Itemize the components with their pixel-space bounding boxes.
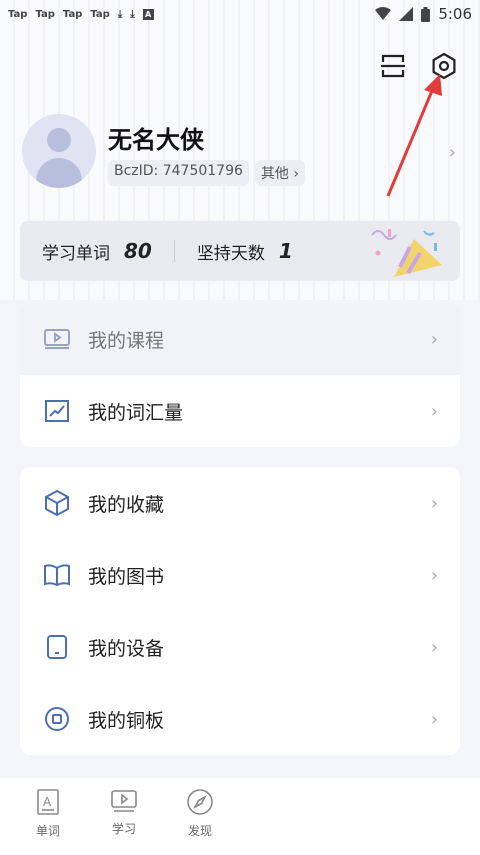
battery-icon (421, 6, 431, 22)
coin-icon (42, 704, 72, 734)
app-icon: A (142, 8, 154, 20)
learning-stats-card[interactable]: 学习单词 80 坚持天数 1 (20, 221, 460, 281)
menu-item-my-books[interactable]: 我的图书 › (20, 539, 460, 611)
word-icon: A (37, 789, 59, 815)
chevron-right-icon: › (430, 564, 438, 586)
chevron-right-icon: › (430, 636, 438, 658)
menu-item-my-devices[interactable]: 我的设备 › (20, 611, 460, 683)
video-lesson-icon (42, 324, 72, 354)
bcz-id-badge: BczID: 747501796 (108, 160, 249, 186)
tab-label: 单词 (35, 824, 60, 838)
compass-icon (187, 789, 213, 815)
status-notification-tap: Tap (62, 8, 83, 20)
chevron-right-icon: › (430, 492, 438, 514)
menu-item-label: 我的课程 (88, 329, 165, 352)
menu-item-label: 我的铜板 (88, 709, 165, 732)
wifi-icon (375, 7, 392, 20)
menu-item-label: 我的收藏 (88, 493, 165, 516)
status-notification-tap: Tap (90, 8, 110, 20)
trend-chart-icon (42, 396, 72, 426)
chevron-right-icon: › (430, 400, 438, 422)
menu-item-my-coins[interactable]: 我的铜板 › (20, 683, 460, 755)
streak-days-value: 1 (278, 239, 293, 263)
download-icon: ⤓ (130, 8, 135, 20)
chevron-right-icon: › (430, 708, 438, 730)
words-learned-value: 80 (124, 239, 152, 263)
tab-words[interactable]: A 单词 (10, 778, 86, 855)
streak-days-label: 坚持天数 (196, 243, 265, 264)
download-icon: ⤓ (117, 8, 123, 20)
box-icon (42, 488, 72, 518)
status-time: 5:06 (438, 5, 472, 23)
avatar[interactable] (22, 114, 96, 188)
signal-icon (399, 7, 414, 21)
menu-item-label: 我的图书 (88, 565, 165, 588)
tab-label: 学习 (111, 822, 136, 836)
nickname: 无名大侠 (108, 126, 204, 154)
chevron-right-icon: › (430, 328, 438, 350)
menu-card-1: 我的课程 › 我的词汇量 › (20, 303, 460, 447)
menu-item-my-courses[interactable]: 我的课程 › (20, 303, 460, 375)
menu-item-label: 我的词汇量 (88, 401, 184, 424)
tab-study[interactable]: 学习 (86, 778, 162, 855)
status-notification-tap: Tap (35, 8, 55, 20)
stats-divider (173, 240, 175, 262)
study-icon (111, 790, 137, 812)
svg-text:A: A (43, 795, 52, 809)
words-learned-label: 学习单词 (42, 243, 110, 264)
tab-label: 发现 (187, 824, 212, 838)
tab-discover[interactable]: 发现 (162, 778, 238, 855)
status-notification-tap: Tap (8, 8, 28, 20)
chevron-right-icon: › (448, 142, 456, 163)
status-bar: Tap Tap Tap Tap ⤓ ⤓ A 5:06 (0, 0, 480, 28)
bottom-tab-bar: A 单词 学习 发现 (0, 778, 480, 855)
other-tag-button[interactable]: 其他 › (254, 160, 305, 186)
device-icon (42, 632, 72, 662)
profile-header[interactable]: 无名大侠 BczID: 747501796 其他 › › (22, 114, 462, 194)
party-popper-icon (371, 229, 442, 277)
menu-item-my-vocabulary[interactable]: 我的词汇量 › (20, 375, 460, 447)
book-icon (42, 560, 72, 590)
menu-item-my-favorites[interactable]: 我的收藏 › (20, 467, 460, 539)
menu-card-2: 我的收藏 › 我的图书 › 我的设备 › 我的铜板 › (20, 467, 460, 755)
menu-item-label: 我的设备 (88, 637, 165, 660)
